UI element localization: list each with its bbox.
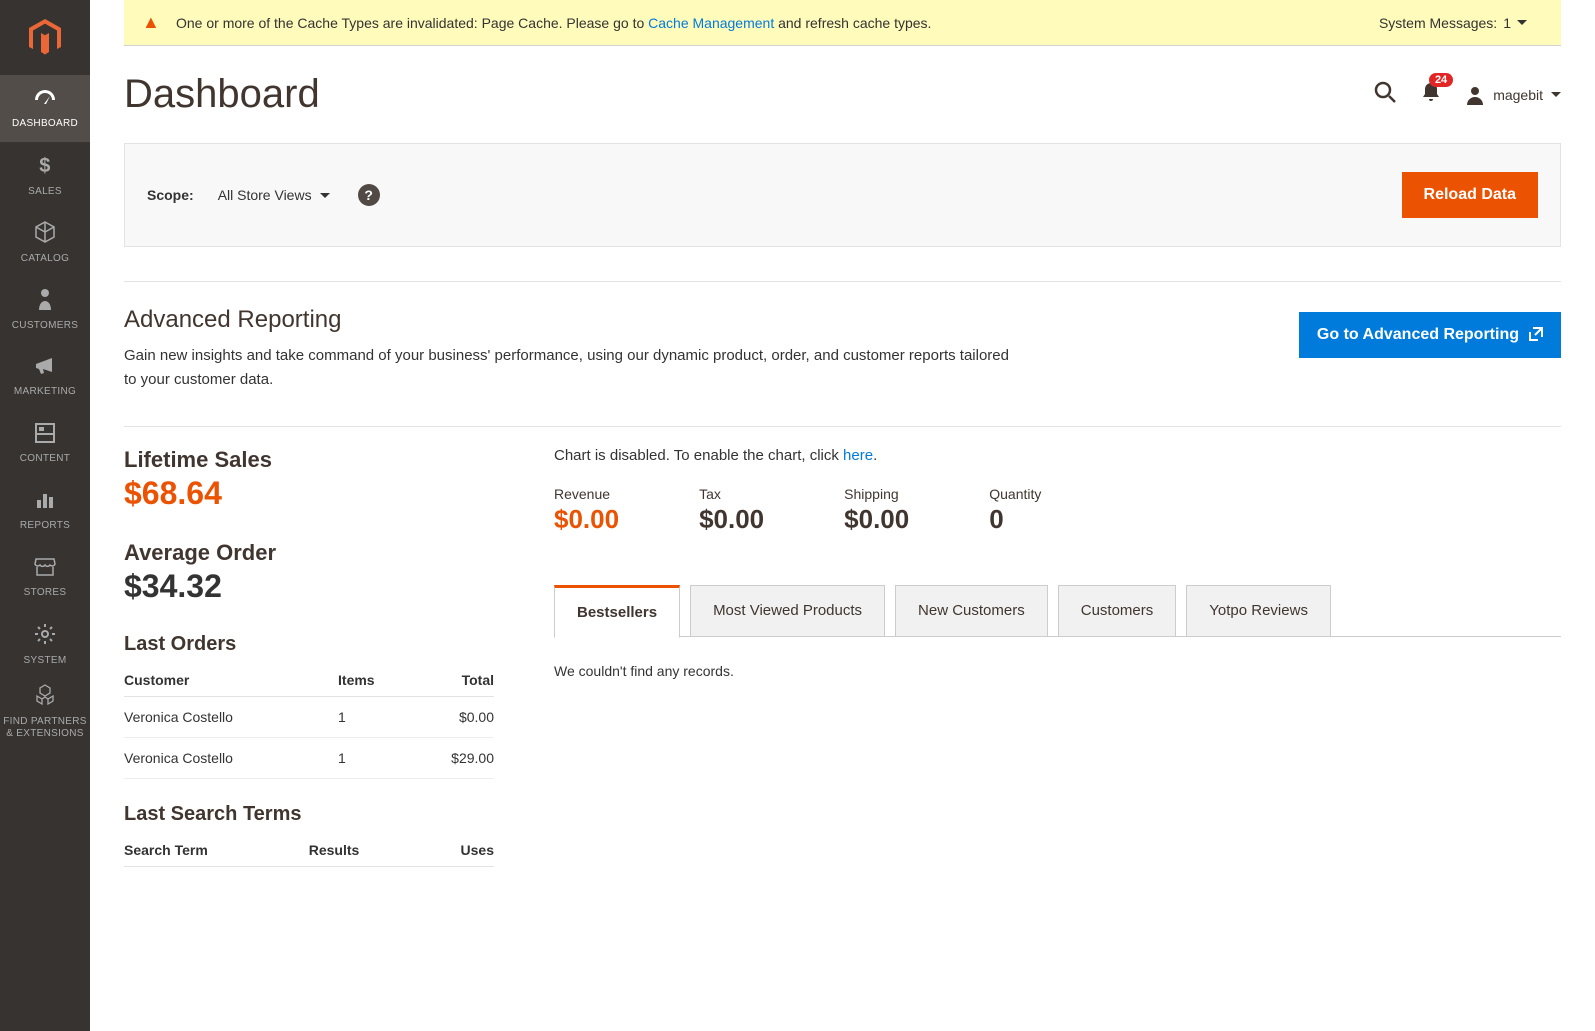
col-results: Results [309,834,421,867]
go-to-advanced-reporting-button[interactable]: Go to Advanced Reporting [1299,312,1561,358]
chevron-down-icon [320,193,330,198]
nav-system[interactable]: SYSTEM [0,611,90,678]
tab-most-viewed[interactable]: Most Viewed Products [690,585,885,637]
right-column: Chart is disabled. To enable the chart, … [554,447,1561,867]
notification-badge: 24 [1429,73,1453,87]
nav-label: DASHBOARD [12,118,78,129]
nav-customers[interactable]: CUSTOMERS [0,276,90,343]
store-icon [34,557,56,583]
dashboard-icon [33,88,57,114]
tab-bestsellers[interactable]: Bestsellers [554,585,680,638]
metric-revenue: Revenue $0.00 [554,486,619,535]
lifetime-sales-block: Lifetime Sales $68.64 [124,447,494,512]
search-button[interactable] [1373,80,1397,109]
col-total: Total [410,664,494,697]
dollar-icon: $ [38,154,52,182]
nav-content[interactable]: CONTENT [0,410,90,477]
nav-label: MARKETING [14,386,76,397]
nav-catalog[interactable]: CATALOG [0,209,90,276]
boxes-icon [34,684,56,712]
col-search-term: Search Term [124,834,309,867]
lifetime-sales-label: Lifetime Sales [124,447,494,473]
table-row[interactable]: Veronica Costello 1 $0.00 [124,697,494,738]
user-name: magebit [1493,87,1543,103]
nav-reports[interactable]: REPORTS [0,477,90,544]
user-menu[interactable]: magebit [1465,85,1561,105]
nav-label: FIND PARTNERS & EXTENSIONS [3,716,87,740]
nav-label: SYSTEM [24,655,67,666]
advanced-reporting-title: Advanced Reporting [124,306,1259,334]
reload-data-button[interactable]: Reload Data [1402,172,1538,218]
tab-new-customers[interactable]: New Customers [895,585,1048,637]
left-column: Lifetime Sales $68.64 Average Order $34.… [124,447,494,867]
table-row[interactable]: Veronica Costello 1 $29.00 [124,738,494,779]
nav-label: CATALOG [21,253,69,264]
last-orders-table: Customer Items Total Veronica Costello 1… [124,664,494,779]
nav-label: CONTENT [20,453,70,464]
system-message-bar: ▲! One or more of the Cache Types are in… [124,0,1561,46]
header-actions: 24 magebit [1373,80,1561,109]
person-icon [37,288,53,316]
nav-sales[interactable]: $ SALES [0,142,90,209]
average-order-block: Average Order $34.32 [124,540,494,605]
lifetime-sales-value: $68.64 [124,475,494,512]
chart-disabled-message: Chart is disabled. To enable the chart, … [554,447,1561,464]
last-search-table: Search Term Results Uses [124,834,494,867]
user-icon [1465,85,1485,105]
cube-icon [34,221,56,249]
nav-label: SALES [28,186,62,197]
chevron-down-icon [1551,92,1561,97]
page-header: Dashboard 24 magebit [90,46,1595,125]
dashboard-columns: Lifetime Sales $68.64 Average Order $34.… [90,427,1595,867]
nav-label: REPORTS [20,520,70,531]
average-order-label: Average Order [124,540,494,566]
tab-yotpo[interactable]: Yotpo Reviews [1186,585,1331,637]
nav-marketing[interactable]: MARKETING [0,343,90,410]
scope-bar: Scope: All Store Views ? Reload Data [124,143,1561,247]
external-link-icon [1529,327,1543,344]
scope-label: Scope: [147,187,194,203]
advanced-reporting-desc: Gain new insights and take command of yo… [124,344,1024,392]
metrics-row: Revenue $0.00 Tax $0.00 Shipping $0.00 Q… [554,486,1561,535]
empty-message: We couldn't find any records. [554,663,734,679]
nav-label: CUSTOMERS [12,320,78,331]
help-icon[interactable]: ? [358,184,380,206]
advanced-reporting-section: Advanced Reporting Gain new insights and… [90,282,1595,392]
tab-panel: We couldn't find any records. [554,636,1561,679]
admin-sidebar: DASHBOARD $ SALES CATALOG CUSTOMERS MARK… [0,0,90,1031]
nav-label: STORES [24,587,67,598]
metric-tax: Tax $0.00 [699,486,764,535]
system-message-text: One or more of the Cache Types are inval… [176,15,1379,31]
col-uses: Uses [420,834,494,867]
nav-partners[interactable]: FIND PARTNERS & EXTENSIONS [0,678,90,745]
svg-text:$: $ [39,155,50,176]
main-content: ▲! One or more of the Cache Types are in… [90,0,1595,867]
page-title: Dashboard [124,72,1373,117]
nav-dashboard[interactable]: DASHBOARD [0,75,90,142]
metric-quantity: Quantity 0 [989,486,1041,535]
layout-icon [35,423,55,449]
scope-select[interactable]: All Store Views [218,187,330,203]
notifications-button[interactable]: 24 [1421,81,1441,108]
search-icon [1373,80,1397,104]
gear-icon [34,623,56,651]
cache-management-link[interactable]: Cache Management [648,15,774,31]
col-customer: Customer [124,664,338,697]
tabs: Bestsellers Most Viewed Products New Cus… [554,585,1561,637]
nav-stores[interactable]: STORES [0,544,90,611]
metric-shipping: Shipping $0.00 [844,486,909,535]
chart-icon [35,490,55,516]
tab-customers[interactable]: Customers [1058,585,1177,637]
warning-icon: ▲! [142,12,160,33]
average-order-value: $34.32 [124,568,494,605]
last-orders-title: Last Orders [124,633,494,656]
chevron-down-icon [1517,20,1527,25]
col-items: Items [338,664,410,697]
system-messages-toggle[interactable]: System Messages: 1 [1379,15,1527,31]
magento-logo[interactable] [0,0,90,75]
last-search-title: Last Search Terms [124,803,494,826]
megaphone-icon [34,356,56,382]
enable-chart-link[interactable]: here [843,447,873,464]
